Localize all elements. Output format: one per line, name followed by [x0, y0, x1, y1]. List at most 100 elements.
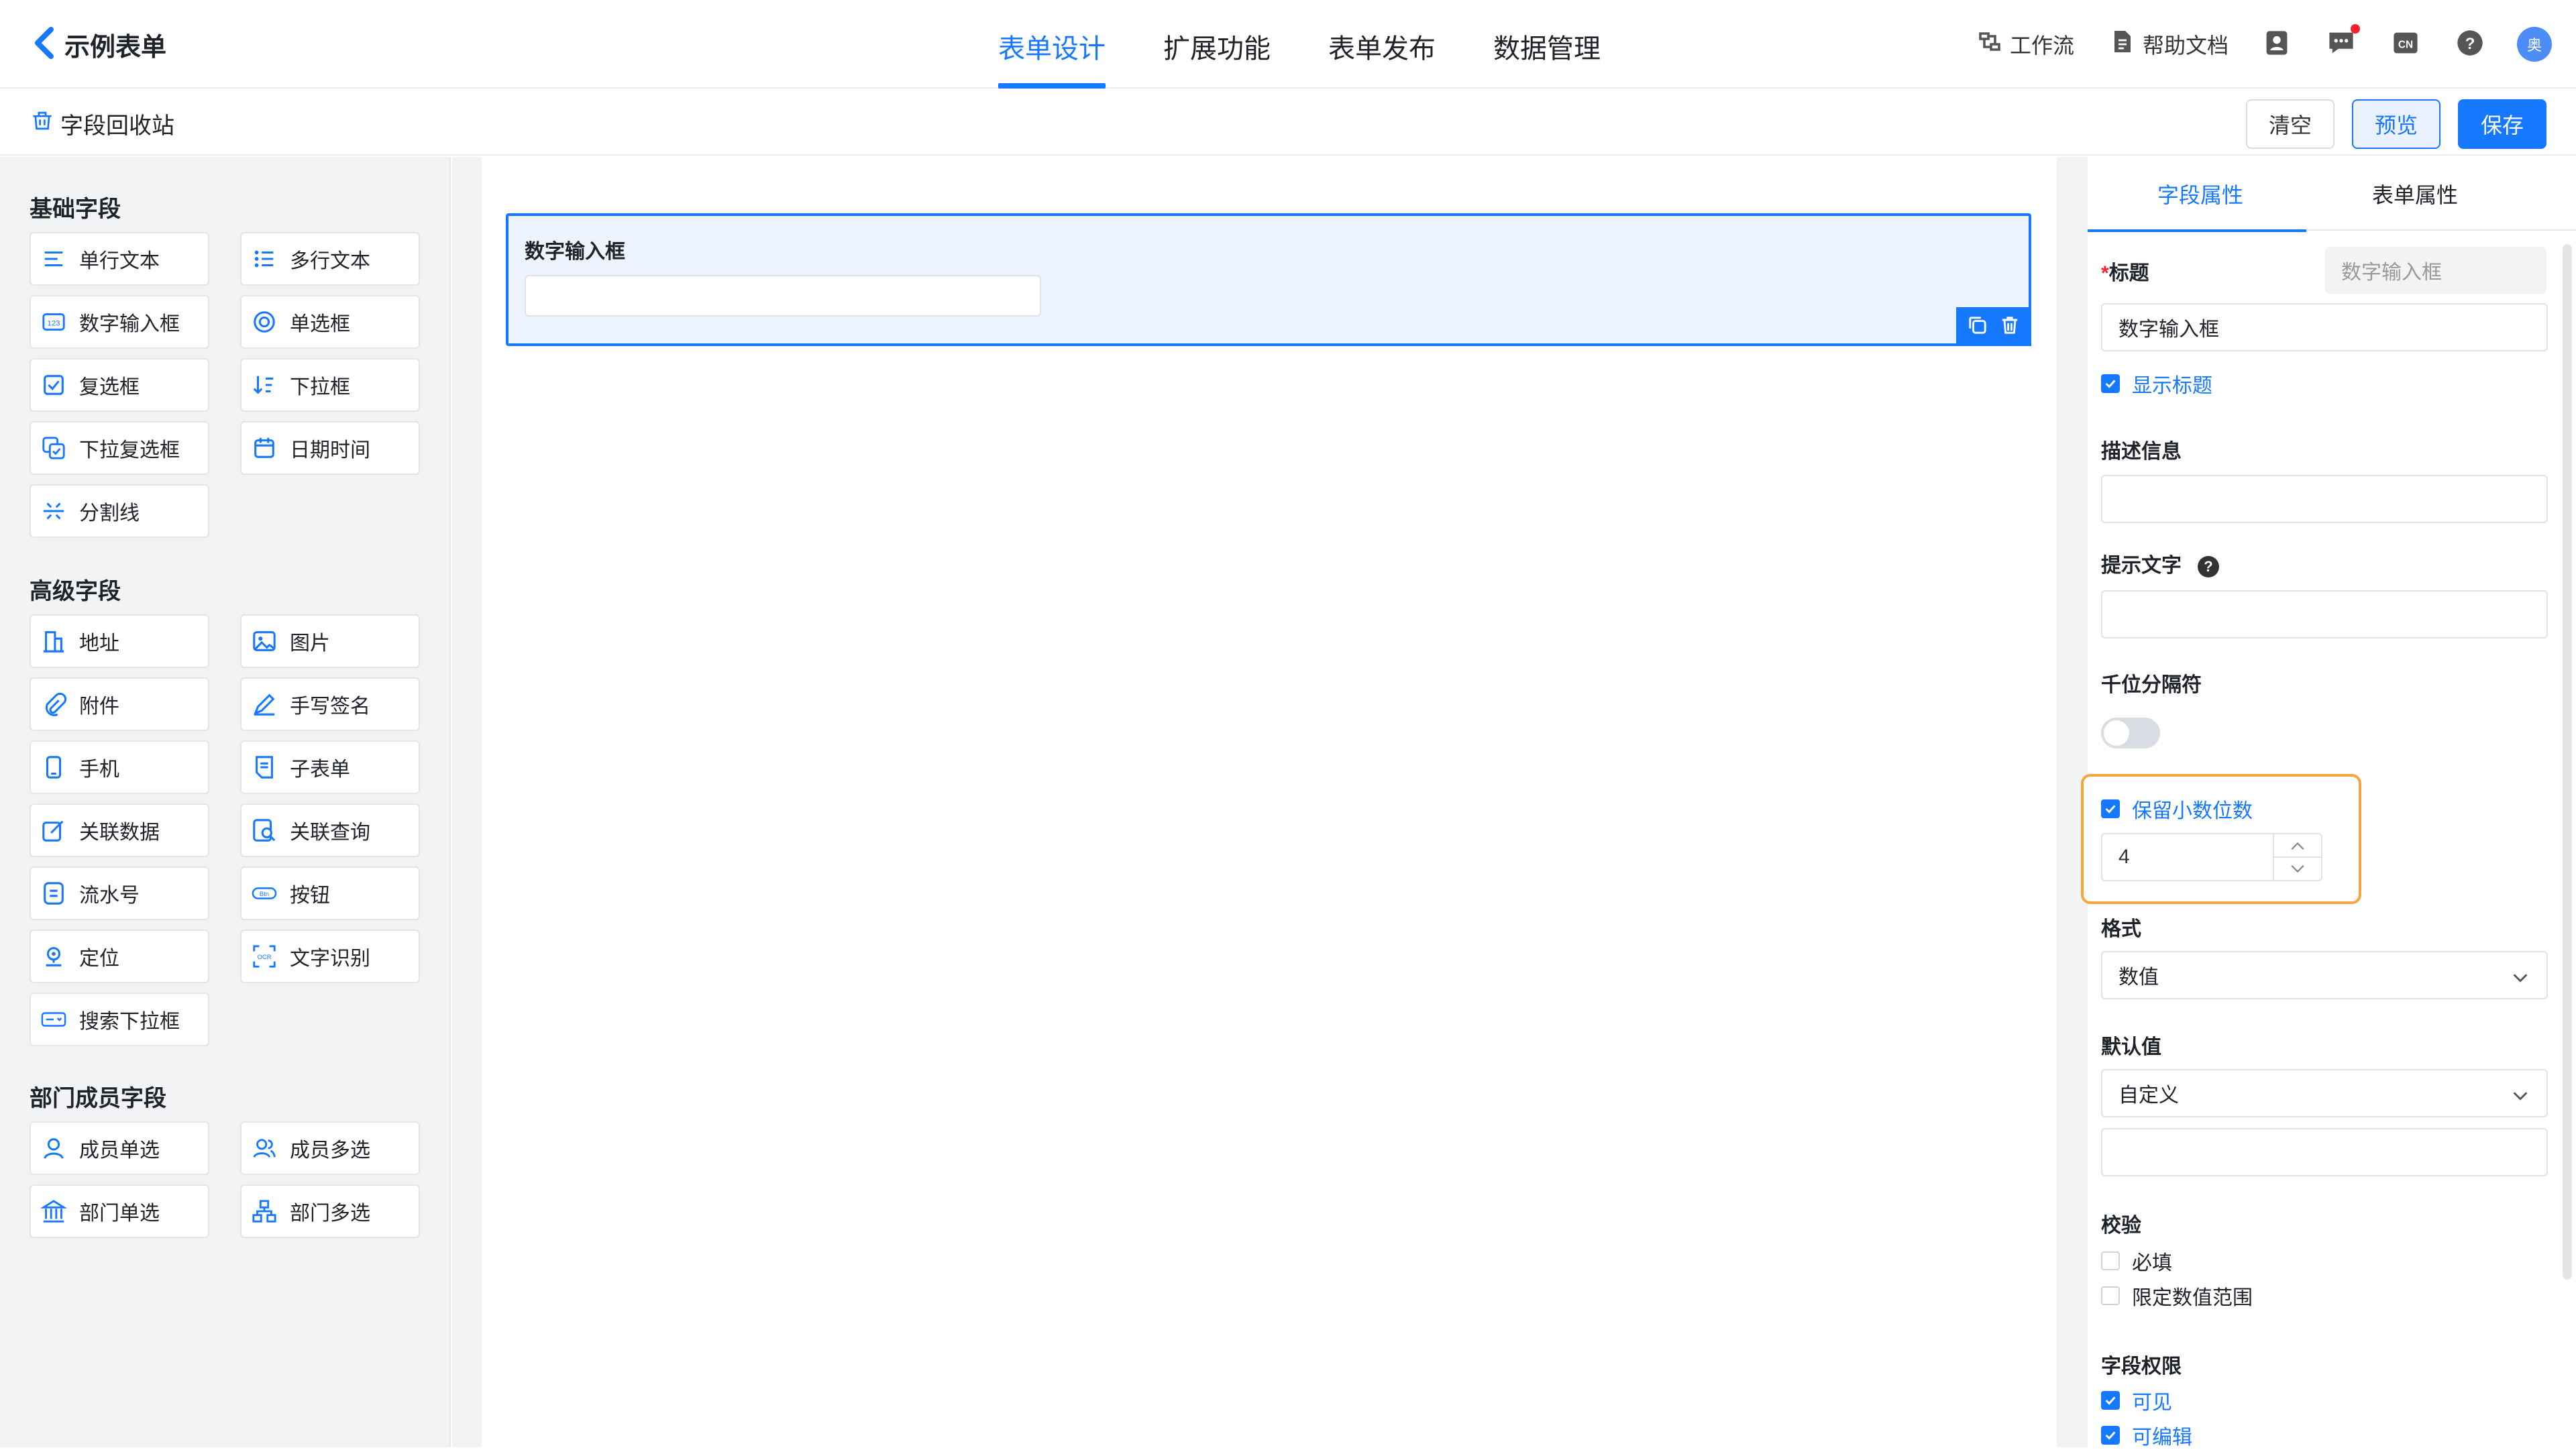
tab-data-management[interactable]: 数据管理	[1493, 0, 1601, 89]
question-circle-icon: ?	[2455, 28, 2485, 61]
field-label: 按钮	[290, 885, 330, 907]
description-input[interactable]	[2101, 475, 2548, 523]
field-button[interactable]: Btn 按钮	[240, 867, 420, 920]
field-dept-single[interactable]: 部门单选	[30, 1184, 209, 1238]
properties-scrollbar[interactable]	[2563, 244, 2572, 1280]
default-mode-value: 自定义	[2118, 1084, 2179, 1107]
field-dropdown-multi[interactable]: 下拉复选框	[30, 421, 209, 475]
field-address[interactable]: 地址	[30, 614, 209, 668]
messages-button[interactable]	[2325, 24, 2360, 61]
field-recycle-bin[interactable]: 字段回收站	[31, 107, 174, 140]
field-search-dropdown[interactable]: 搜索下拉框	[30, 993, 209, 1046]
copy-icon[interactable]	[1967, 315, 1988, 339]
stepper-up-icon[interactable]	[2274, 834, 2321, 858]
user-icon	[40, 1135, 67, 1162]
tab-field-properties[interactable]: 字段属性	[2157, 178, 2243, 209]
field-mobile[interactable]: 手机	[30, 740, 209, 794]
field-label: 下拉复选框	[79, 439, 180, 461]
dept-fields-title: 部门成员字段	[30, 1086, 166, 1111]
required-mark: *	[2101, 262, 2109, 284]
format-select[interactable]: 数值	[2101, 951, 2548, 999]
field-dept-multi[interactable]: 部门多选	[240, 1184, 420, 1238]
stepper-down-icon[interactable]	[2274, 858, 2321, 880]
keep-decimal-label: 保留小数位数	[2132, 800, 2253, 822]
help-docs-link[interactable]: 帮助文档	[2109, 28, 2229, 60]
field-number-input[interactable]: 123 数字输入框	[30, 295, 209, 349]
keep-decimal-checkbox[interactable]: 保留小数位数	[2101, 794, 2253, 824]
field-ocr[interactable]: OCR 文字识别	[240, 930, 420, 983]
svg-text:Btn: Btn	[260, 891, 269, 898]
field-serial-number[interactable]: 流水号	[30, 867, 209, 920]
field-label: 成员多选	[290, 1139, 370, 1162]
field-datetime[interactable]: 日期时间	[240, 421, 420, 475]
multi-check-icon	[40, 435, 67, 461]
basic-fields-title: 基础字段	[30, 197, 121, 222]
question-help-icon[interactable]: ?	[2198, 556, 2219, 578]
visible-checkbox[interactable]: 可见	[2101, 1386, 2172, 1415]
delete-icon[interactable]	[1999, 315, 2021, 339]
field-location[interactable]: 定位	[30, 930, 209, 983]
field-radio[interactable]: 单选框	[240, 295, 420, 349]
field-single-line-text[interactable]: 单行文本	[30, 232, 209, 286]
field-subform[interactable]: 子表单	[240, 740, 420, 794]
decimal-value: 4	[2118, 846, 2130, 868]
field-dropdown[interactable]: 下拉框	[240, 358, 420, 412]
field-related-data[interactable]: 关联数据	[30, 803, 209, 857]
field-label: 数字输入框	[79, 313, 180, 335]
field-signature[interactable]: 手写签名	[240, 677, 420, 731]
svg-text:?: ?	[2465, 34, 2475, 52]
clear-button[interactable]: 清空	[2246, 99, 2334, 149]
user-avatar[interactable]: 奥	[2517, 27, 2552, 62]
title-input[interactable]: 数字输入框	[2101, 303, 2548, 351]
hint-label: 提示文字?	[2101, 549, 2219, 578]
field-label: 关联查询	[290, 822, 370, 844]
title-label-text: 标题	[2108, 262, 2149, 284]
field-label: 文字识别	[290, 948, 370, 970]
field-label: 地址	[79, 632, 119, 655]
workflow-link[interactable]: 工作流	[1976, 28, 2074, 60]
field-checkbox[interactable]: 复选框	[30, 358, 209, 412]
thousands-toggle[interactable]	[2101, 718, 2160, 748]
tab-form-properties[interactable]: 表单属性	[2372, 178, 2458, 209]
tab-form-design[interactable]: 表单设计	[998, 0, 1106, 89]
field-label: 附件	[79, 695, 119, 718]
field-member-single[interactable]: 成员单选	[30, 1121, 209, 1175]
help-button[interactable]: ?	[2454, 28, 2486, 60]
default-value-input[interactable]	[2101, 1128, 2548, 1176]
field-multi-line-text[interactable]: 多行文本	[240, 232, 420, 286]
checkbox-unchecked-icon	[2101, 1286, 2120, 1305]
field-label: 手机	[79, 759, 119, 781]
tab-form-publish[interactable]: 表单发布	[1328, 0, 1436, 89]
field-label: 单选框	[290, 313, 350, 335]
form-canvas[interactable]	[482, 157, 2057, 1447]
field-label: 分割线	[79, 502, 140, 524]
language-button[interactable]: CN	[2390, 28, 2422, 60]
save-button[interactable]: 保存	[2458, 99, 2546, 149]
header-tools: 工作流 帮助文档 CN ? 奥	[1941, 0, 2552, 89]
preview-button[interactable]: 预览	[2352, 99, 2440, 149]
chevron-left-icon	[32, 25, 56, 64]
back-button[interactable]: 示例表单	[32, 23, 166, 66]
field-divider[interactable]: 分割线	[30, 484, 209, 538]
hint-input[interactable]	[2101, 590, 2548, 638]
image-icon	[251, 628, 278, 655]
message-icon	[2326, 28, 2356, 61]
selected-field-card[interactable]: 数字输入框	[506, 213, 2031, 346]
required-checkbox[interactable]: 必填	[2101, 1246, 2172, 1276]
default-mode-select[interactable]: 自定义	[2101, 1069, 2548, 1117]
field-image[interactable]: 图片	[240, 614, 420, 668]
field-attachment[interactable]: 附件	[30, 677, 209, 731]
subform-icon	[251, 754, 278, 781]
decimal-number-input[interactable]: 4	[2101, 833, 2322, 881]
editable-checkbox[interactable]: 可编辑	[2101, 1420, 2192, 1450]
contacts-button[interactable]	[2261, 28, 2293, 60]
show-title-label: 显示标题	[2132, 375, 2212, 397]
tab-extensions[interactable]: 扩展功能	[1163, 0, 1271, 89]
field-member-multi[interactable]: 成员多选	[240, 1121, 420, 1175]
field-related-query[interactable]: 关联查询	[240, 803, 420, 857]
radio-icon	[251, 309, 278, 335]
show-title-checkbox[interactable]: 显示标题	[2101, 369, 2212, 398]
field-label: 复选框	[79, 376, 140, 398]
format-label: 格式	[2101, 918, 2141, 940]
range-checkbox[interactable]: 限定数值范围	[2101, 1281, 2253, 1310]
